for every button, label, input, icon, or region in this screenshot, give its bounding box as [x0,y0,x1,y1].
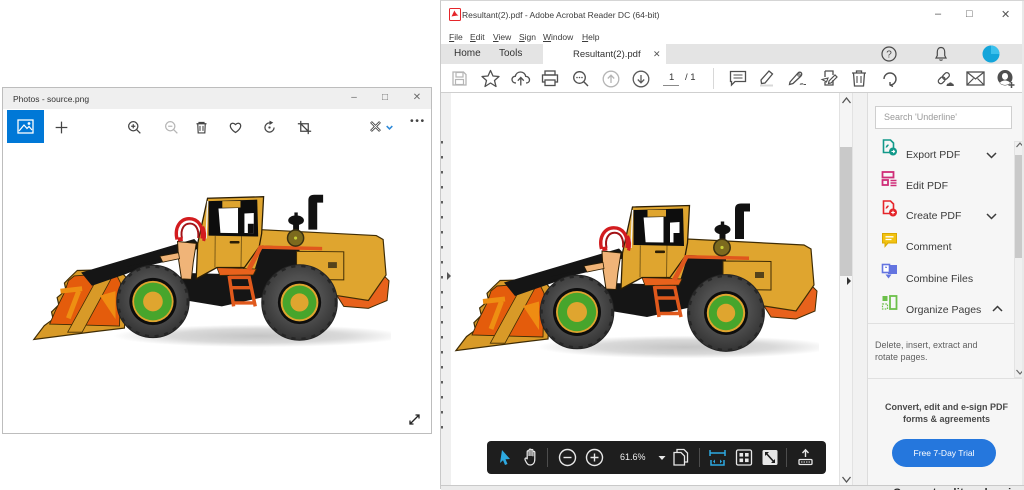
svg-text:?: ? [886,50,892,61]
